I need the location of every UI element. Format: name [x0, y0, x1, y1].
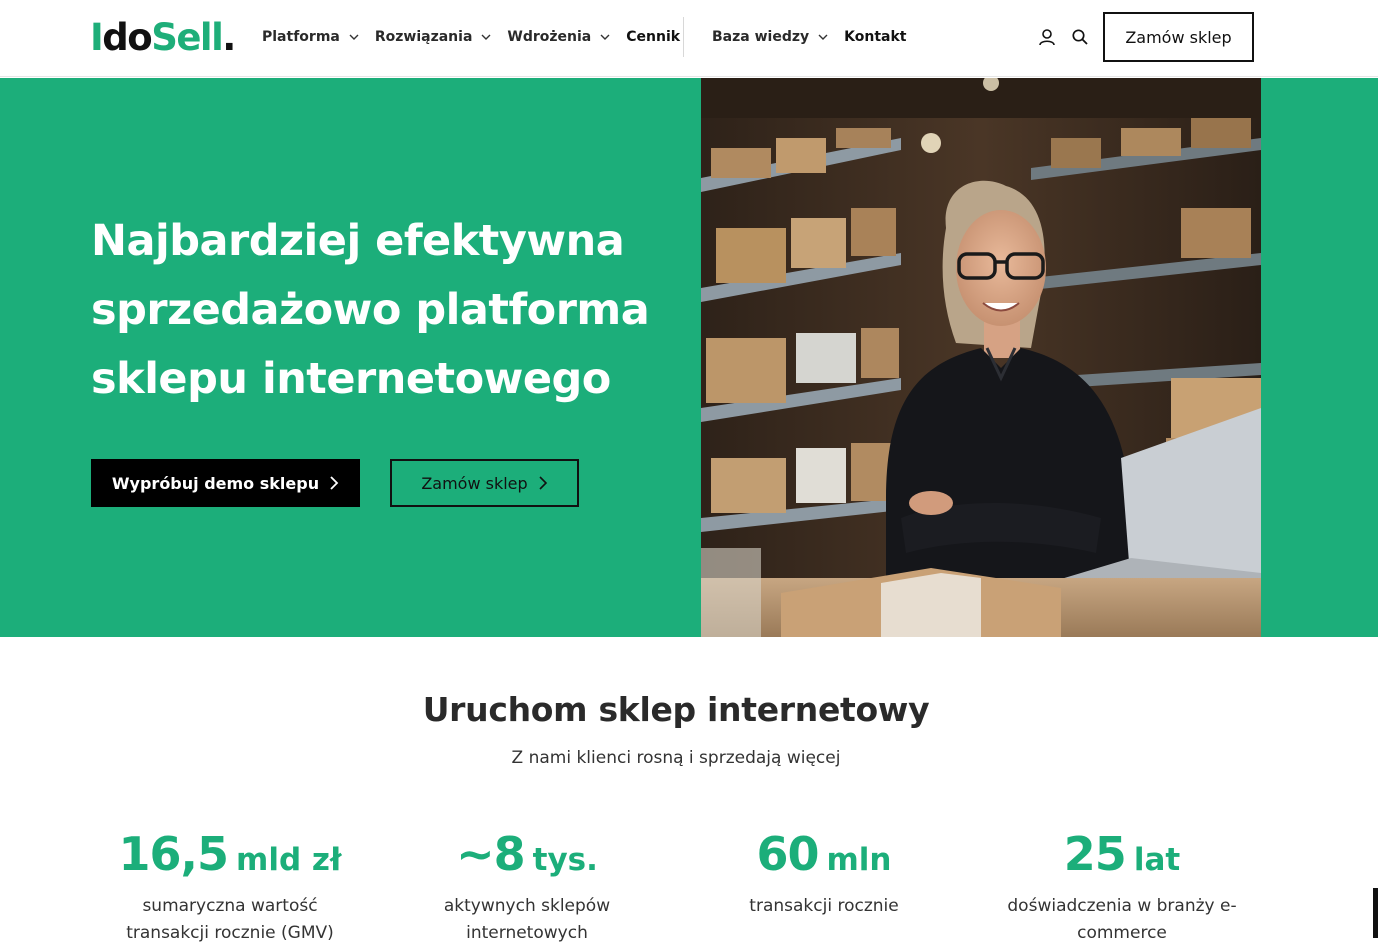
- stat-description: sumaryczna wartość transakcji rocznie (G…: [108, 893, 352, 947]
- idosell-logo[interactable]: IdoSell.: [90, 16, 236, 60]
- logo-part: Sell: [151, 16, 224, 59]
- nav-item-baza-wiedzy[interactable]: Baza wiedzy: [712, 29, 829, 45]
- main-nav: Platforma Rozwiązania Wdrożenia Cennik: [262, 27, 680, 47]
- hero-photo: [701, 78, 1261, 637]
- try-demo-button[interactable]: Wypróbuj demo sklepu: [91, 459, 360, 507]
- user-icon[interactable]: [1038, 28, 1056, 46]
- stat-value: 60 mln: [702, 826, 946, 893]
- stat-number: ~8: [456, 827, 526, 881]
- nav-item-label: Kontakt: [844, 29, 907, 45]
- logo-part: do: [102, 16, 152, 59]
- stat-transactions: 60 mln transakcji rocznie: [702, 826, 946, 920]
- stat-gmv: 16,5 mld zł sumaryczna wartość transakcji…: [108, 826, 352, 947]
- nav-item-rozwiazania[interactable]: Rozwiązania: [375, 29, 493, 45]
- site-header: IdoSell. Platforma Rozwiązania Wdrożenia…: [0, 0, 1378, 77]
- hero-order-shop-button[interactable]: Zamów sklep: [390, 459, 579, 507]
- nav-item-cennik[interactable]: Cennik: [626, 29, 680, 45]
- stat-active-shops: ~8 tys. aktywnych sklepów internetowych: [405, 826, 649, 947]
- nav-divider: [683, 17, 684, 57]
- stat-description-line: aktywnych sklepów: [443, 896, 611, 916]
- hero-title-line: sprzedażowo platforma: [91, 285, 650, 335]
- stat-description: aktywnych sklepów internetowych: [405, 893, 649, 947]
- nav-item-label: Cennik: [626, 29, 681, 45]
- stat-value: 25 lat: [990, 826, 1254, 893]
- order-shop-button-label: Zamów sklep: [1125, 27, 1232, 47]
- stat-description: transakcji rocznie: [702, 893, 946, 920]
- stat-description-line: internetowych: [466, 923, 588, 943]
- nav-item-kontakt[interactable]: Kontakt: [844, 29, 906, 45]
- stat-unit: mld zł: [236, 842, 342, 878]
- stat-description-line: sumaryczna wartość: [142, 896, 318, 916]
- nav-item-label: Platforma: [262, 29, 340, 45]
- try-demo-button-label: Wypróbuj demo sklepu: [111, 473, 320, 493]
- stat-unit: tys.: [532, 842, 598, 878]
- section-title: Uruchom sklep internetowy: [422, 690, 930, 729]
- hero-title-line: sklepu internetowego: [91, 354, 611, 404]
- nav-item-platforma[interactable]: Platforma: [262, 29, 360, 45]
- logo-part: I: [90, 16, 104, 59]
- section-subtitle: Z nami klienci rosną i sprzedają więcej: [511, 748, 841, 768]
- stat-value: ~8 tys.: [405, 826, 649, 893]
- hero-order-shop-button-label: Zamów sklep: [421, 473, 528, 493]
- stat-description-line: transakcji rocznie (GMV): [126, 923, 334, 943]
- stat-number: 60: [756, 827, 819, 881]
- scrollbar-thumb[interactable]: [1373, 888, 1378, 938]
- stat-unit: mln: [826, 842, 892, 878]
- chevron-down-icon: [481, 34, 491, 40]
- nav-item-wdrozenia[interactable]: Wdrożenia: [507, 29, 611, 45]
- chevron-right-icon: [330, 476, 339, 490]
- stat-value: 16,5 mld zł: [108, 826, 352, 893]
- nav-item-label: Baza wiedzy: [712, 29, 810, 45]
- chevron-down-icon: [600, 34, 610, 40]
- search-icon[interactable]: [1071, 28, 1089, 46]
- stat-unit: lat: [1133, 842, 1181, 878]
- woman-at-laptop-image: [701, 78, 1261, 637]
- nav-item-label: Wdrożenia: [507, 29, 592, 45]
- chevron-down-icon: [349, 34, 359, 40]
- stat-number: 25: [1063, 827, 1127, 881]
- nav-item-label: Rozwiązania: [374, 29, 473, 45]
- hero-title-line: Najbardziej efektywna: [91, 216, 625, 266]
- secondary-nav: Baza wiedzy Kontakt: [712, 27, 906, 47]
- chevron-down-icon: [818, 34, 828, 40]
- stat-description-line: doświadczenia w branży e-: [1007, 896, 1237, 916]
- stat-number: 16,5: [118, 827, 229, 881]
- logo-part: .: [222, 16, 236, 59]
- hero-title: Najbardziej efektywna sprzedażowo platfo…: [91, 207, 691, 414]
- chevron-right-icon: [539, 476, 547, 490]
- stat-description: doświadczenia w branży e- commerce: [990, 893, 1254, 947]
- stat-description-line: transakcji rocznie: [749, 896, 899, 916]
- order-shop-button[interactable]: Zamów sklep: [1103, 12, 1254, 62]
- stat-description-line: commerce: [1077, 923, 1167, 943]
- stat-experience: 25 lat doświadczenia w branży e- commerce: [990, 826, 1254, 947]
